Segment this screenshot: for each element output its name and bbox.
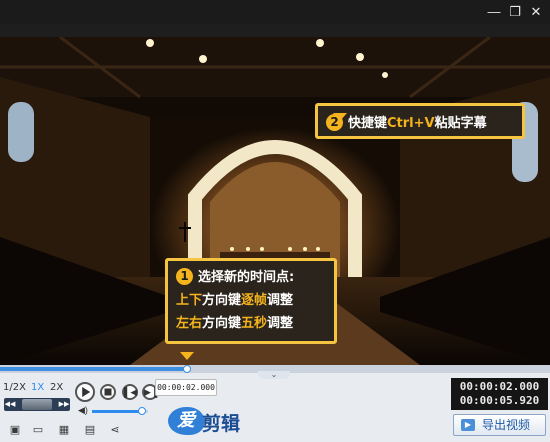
- callout-text: 粘贴字幕: [434, 116, 487, 131]
- collapse-toggle[interactable]: ⌄: [258, 371, 290, 379]
- callout-line-text: 调整: [267, 293, 294, 308]
- volume-fill: [92, 410, 143, 413]
- close-button[interactable]: ✕: [526, 3, 546, 21]
- minimize-button[interactable]: —: [484, 3, 504, 21]
- export-video-button[interactable]: ▶ 导出视频: [453, 414, 546, 436]
- volume-slider[interactable]: [92, 407, 148, 415]
- callout-number-1: 1: [176, 268, 193, 285]
- rewind-icon[interactable]: ◀◀: [4, 398, 16, 411]
- restore-button[interactable]: ❐: [505, 3, 525, 21]
- timecode-panel: 00:00:02.000 00:00:05.920: [451, 378, 548, 410]
- callout-line: 1 选择新的时间点:: [176, 266, 326, 289]
- current-time: 00:00:02.000: [459, 380, 540, 393]
- save-icon[interactable]: ▦: [57, 424, 71, 437]
- logo-text: 剪辑: [202, 413, 241, 435]
- callout-highlight: 逐帧: [241, 293, 268, 308]
- callout-shortcut: Ctrl+V: [387, 116, 435, 131]
- stop-button[interactable]: [100, 384, 116, 400]
- callout-highlight: 左右: [176, 316, 203, 331]
- progress-handle[interactable]: [183, 365, 191, 373]
- seek-thumb[interactable]: [22, 399, 52, 410]
- callout-highlight: 上下: [176, 293, 203, 308]
- progress-fill: [0, 367, 187, 371]
- speed-normal[interactable]: 1X: [31, 382, 44, 393]
- speed-double[interactable]: 2X: [50, 382, 63, 393]
- play-icon: [82, 387, 91, 397]
- export-label: 导出视频: [482, 418, 531, 432]
- stop-icon: [104, 388, 112, 396]
- prev-frame-button[interactable]: ▌◀: [122, 384, 138, 400]
- callout-highlight: 五秒: [241, 316, 268, 331]
- callout-line-text: 方向键: [202, 293, 242, 308]
- new-project-icon[interactable]: ▣: [8, 424, 22, 437]
- open-folder-icon[interactable]: ▭: [31, 424, 45, 437]
- logo-mark: 爱: [168, 407, 204, 435]
- callout-line-text: 调整: [267, 316, 294, 331]
- callout-pointer: [333, 113, 347, 121]
- export-icon: ▶: [461, 419, 475, 431]
- callout-line: 上下方向键逐帧调整: [176, 289, 326, 312]
- share-icon[interactable]: ⋖: [108, 424, 122, 437]
- time-tooltip: 00:00:02.000: [155, 379, 217, 396]
- callout-text: 快捷键: [348, 116, 388, 131]
- total-time: 00:00:05.920: [459, 394, 540, 407]
- callout-line: 左右方向键五秒调整: [176, 312, 326, 335]
- callout-line-text: 选择新的时间点:: [198, 270, 295, 285]
- frame-seek-control[interactable]: ◀◀ ▶▶: [4, 398, 70, 411]
- title-bar: — ❐ ✕: [0, 0, 550, 24]
- speed-half[interactable]: 1/2X: [3, 382, 26, 393]
- callout-select-timepoint: 1 选择新的时间点: 上下方向键逐帧调整 左右方向键五秒调整: [165, 258, 337, 344]
- app-logo: 爱 剪辑: [168, 405, 240, 435]
- volume-icon[interactable]: ◀): [78, 405, 88, 416]
- fast-forward-icon[interactable]: ▶▶: [58, 398, 70, 411]
- callout-paste-subtitle: 2 快捷键Ctrl+V粘贴字幕: [315, 103, 525, 139]
- play-button[interactable]: [75, 382, 95, 402]
- prev-frame-icon: ▌◀: [124, 387, 138, 397]
- save-as-icon[interactable]: ▤: [83, 424, 97, 437]
- callout-line-text: 方向键: [202, 316, 242, 331]
- video-preview[interactable]: 2 快捷键Ctrl+V粘贴字幕 1 选择新的时间点: 上下方向键逐帧调整 左右方向键…: [0, 37, 550, 365]
- playhead-pointer: [180, 352, 194, 360]
